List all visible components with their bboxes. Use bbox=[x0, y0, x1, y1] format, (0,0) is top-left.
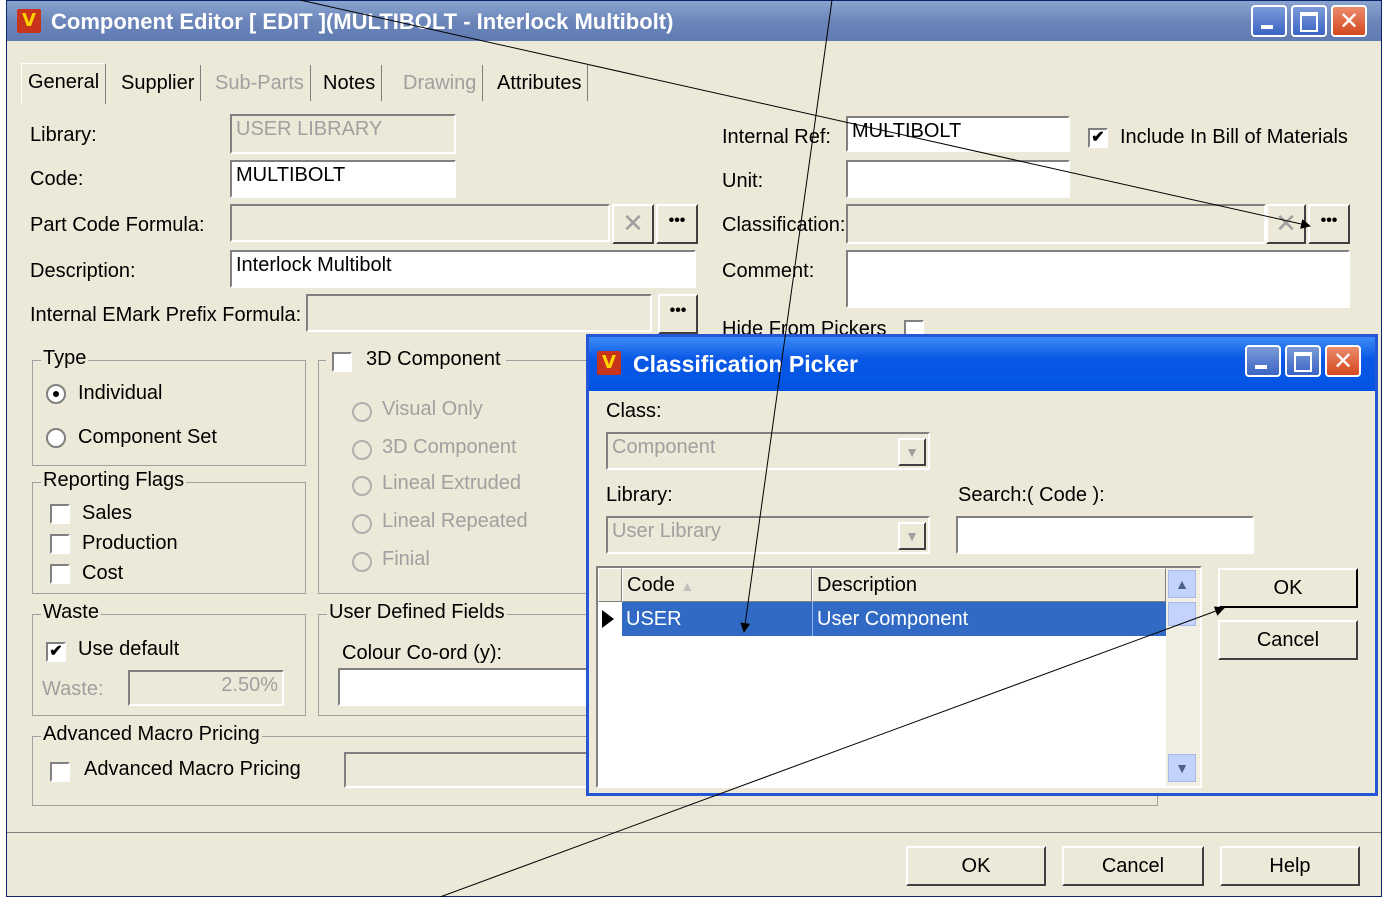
arrow-to-user-row bbox=[740, 0, 833, 633]
annotation-arrows bbox=[299, 0, 1311, 897]
arrow-to-ok-button bbox=[439, 606, 1225, 897]
